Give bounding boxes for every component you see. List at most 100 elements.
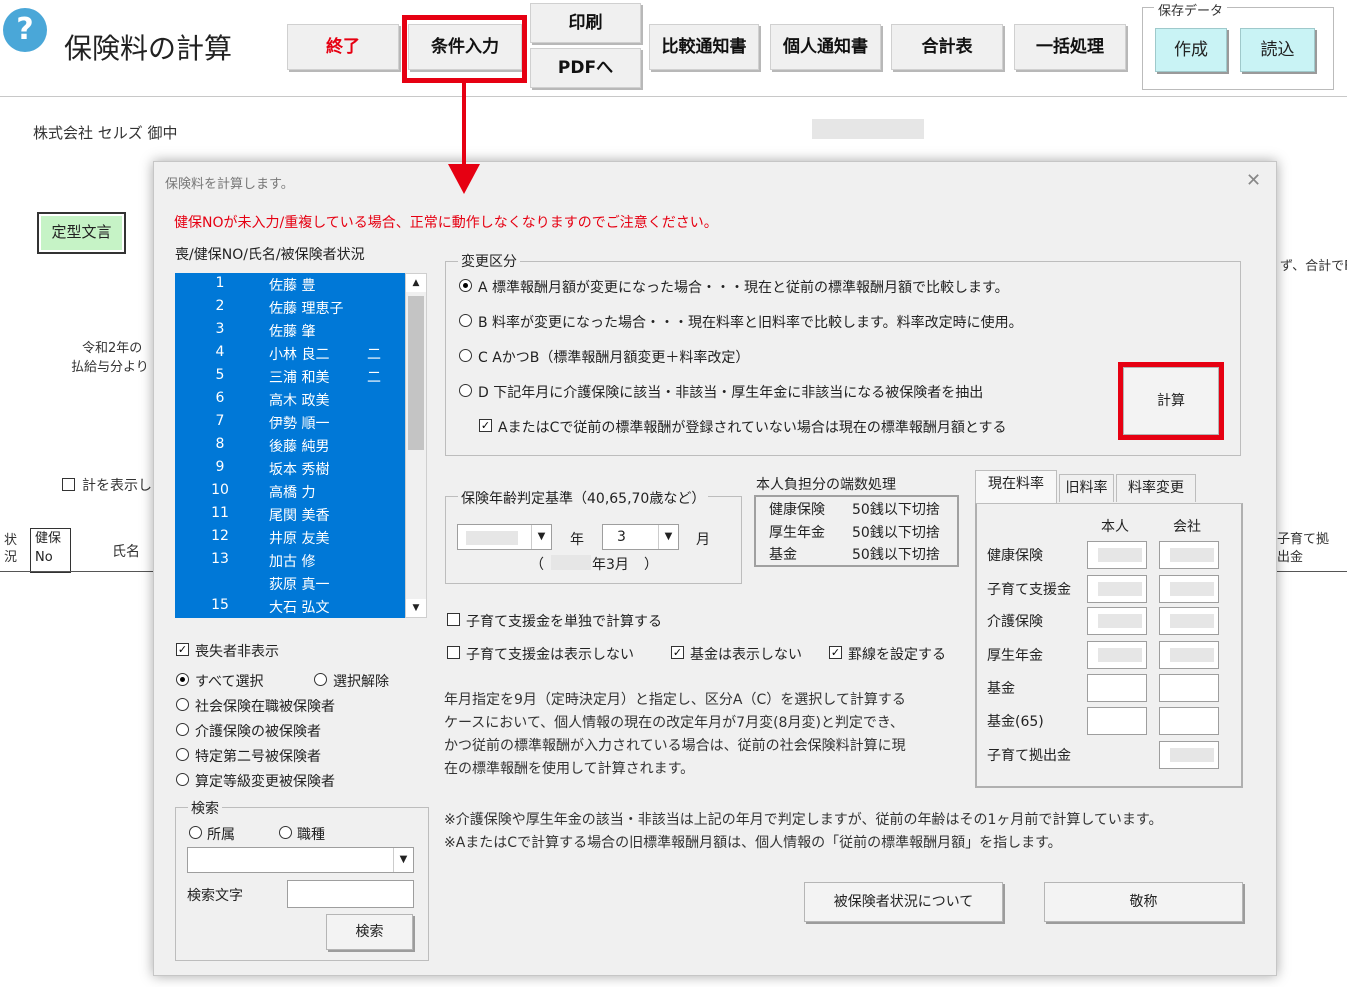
list-item[interactable]: 11 尾関 美香 bbox=[175, 505, 405, 528]
list-item[interactable]: 15 大石 弘文 bbox=[175, 597, 405, 618]
employee-name: 尾関 美香 bbox=[269, 508, 330, 524]
list-item[interactable]: 13 加古 修 bbox=[175, 551, 405, 574]
list-item[interactable]: 3 佐藤 肇 bbox=[175, 321, 405, 344]
scroll-up-icon[interactable]: ▲ bbox=[406, 274, 426, 292]
scroll-down-icon[interactable]: ▼ bbox=[406, 599, 426, 617]
chevron-down-icon: ▼ bbox=[393, 848, 413, 872]
toolbar-divider bbox=[0, 96, 1347, 97]
filter-radio-2[interactable] bbox=[176, 723, 189, 736]
close-icon[interactable]: ✕ bbox=[1246, 170, 1261, 191]
chevron-down-icon: ▼ bbox=[658, 525, 678, 549]
blurred-year bbox=[466, 531, 518, 545]
deselect-radio[interactable] bbox=[314, 673, 327, 686]
filter-radio-4[interactable] bbox=[176, 773, 189, 786]
list-item[interactable]: 10 高橋 力 bbox=[175, 482, 405, 505]
total-table-button[interactable]: 合計表 bbox=[891, 24, 1003, 70]
rate-company-input[interactable] bbox=[1159, 607, 1219, 635]
list-item[interactable]: 荻原 真一 bbox=[175, 574, 405, 597]
employee-name: 佐藤 豊 bbox=[269, 278, 316, 294]
blurred-value bbox=[1170, 582, 1214, 596]
search-dropdown[interactable]: ▼ bbox=[187, 847, 414, 873]
list-item[interactable]: 5 三浦 和美 二 bbox=[175, 367, 405, 390]
set-lines-checkbox[interactable]: ✓ bbox=[829, 646, 842, 659]
use-current-checkbox[interactable]: ✓ bbox=[479, 419, 492, 432]
select-all-label: すべて選択 bbox=[195, 674, 264, 690]
show-total-checkbox[interactable] bbox=[62, 478, 75, 491]
hide-departed-checkbox[interactable]: ✓ bbox=[176, 643, 189, 656]
rate-self-input[interactable] bbox=[1087, 575, 1147, 603]
save-create-button[interactable]: 作成 bbox=[1155, 28, 1227, 72]
rate-self-input[interactable] bbox=[1087, 641, 1147, 669]
use-current-label: AまたはCで従前の標準報酬が登録されていない場合は現在の標準報酬月額とする bbox=[498, 420, 1007, 436]
age-month-dropdown[interactable]: 3 ▼ bbox=[602, 524, 679, 550]
blurred-value bbox=[1098, 648, 1142, 662]
rate-company-input[interactable] bbox=[1159, 641, 1219, 669]
search-button[interactable]: 検索 bbox=[326, 914, 413, 950]
tab-old-rate[interactable]: 旧料率 bbox=[1059, 474, 1114, 502]
list-item[interactable]: 8 後藤 純男 bbox=[175, 436, 405, 459]
change-b-label: B 料率が変更になった場合・・・現在料率と旧料率で比較します。料率改定時に使用。 bbox=[478, 315, 1023, 331]
reiwa-text-1: 令和2年の bbox=[82, 341, 143, 356]
blurred-value bbox=[1170, 648, 1214, 662]
change-c-radio[interactable] bbox=[459, 349, 472, 362]
list-item[interactable]: 9 坂本 秀樹 bbox=[175, 459, 405, 482]
rounding-legend: 本人負担分の端数処理 bbox=[756, 477, 896, 493]
employee-name: 伊勢 順一 bbox=[269, 416, 330, 432]
col-status: 状況 bbox=[4, 533, 18, 565]
change-b-radio[interactable] bbox=[459, 314, 472, 327]
filter-radio-3[interactable] bbox=[176, 748, 189, 761]
employee-list[interactable]: 1 佐藤 豊 2 佐藤 理恵子 3 佐藤 肇 4 小林 良二二 5 三浦 和美二 6 高木 政美 7 伊勢… bbox=[175, 273, 405, 618]
rate-company-input[interactable] bbox=[1159, 575, 1219, 603]
search-text-input[interactable] bbox=[287, 880, 414, 908]
tab-current-rate[interactable]: 現在料率 bbox=[975, 470, 1057, 504]
scroll-thumb[interactable] bbox=[408, 296, 424, 450]
blurred-field bbox=[812, 119, 924, 139]
list-item[interactable]: 1 佐藤 豊 bbox=[175, 275, 405, 298]
search-dept-radio[interactable] bbox=[189, 826, 202, 839]
blurred-value bbox=[1170, 748, 1214, 762]
list-item[interactable]: 2 佐藤 理恵子 bbox=[175, 298, 405, 321]
change-a-radio[interactable] bbox=[459, 279, 472, 292]
age-year-dropdown[interactable]: ▼ bbox=[457, 524, 552, 550]
rate-row-label: 子育て拠出金 bbox=[987, 748, 1071, 764]
list-item[interactable]: 4 小林 良二 二 bbox=[175, 344, 405, 367]
rate-self-input[interactable] bbox=[1087, 607, 1147, 635]
status-info-button[interactable]: 被保険者状況について bbox=[804, 882, 1003, 922]
print-button[interactable]: 印刷 bbox=[530, 3, 641, 43]
search-job-radio[interactable] bbox=[279, 826, 292, 839]
tab-rate-change[interactable]: 料率変更 bbox=[1116, 474, 1196, 502]
compare-notice-button[interactable]: 比較通知書 bbox=[649, 24, 759, 70]
rate-company-input[interactable] bbox=[1159, 741, 1219, 769]
end-button[interactable]: 終了 bbox=[287, 24, 399, 70]
rounding-value-1: 50銭以下切捨 bbox=[852, 502, 940, 518]
list-item[interactable]: 12 井原 友美 bbox=[175, 528, 405, 551]
teikei-button[interactable]: 定型文言 bbox=[37, 212, 126, 254]
separate-support-checkbox[interactable] bbox=[447, 613, 460, 626]
hide-fund-checkbox[interactable]: ✓ bbox=[671, 646, 684, 659]
list-item[interactable]: 7 伊勢 順一 bbox=[175, 413, 405, 436]
filter-label-4: 算定等級変更被保険者 bbox=[195, 774, 335, 790]
rate-company-input[interactable] bbox=[1159, 541, 1219, 569]
rate-company-input[interactable] bbox=[1159, 707, 1219, 735]
deselect-label: 選択解除 bbox=[333, 674, 389, 690]
personal-notice-button[interactable]: 個人通知書 bbox=[770, 24, 881, 70]
batch-button[interactable]: 一括処理 bbox=[1014, 24, 1126, 70]
save-load-button[interactable]: 読込 bbox=[1240, 28, 1315, 72]
rate-self-input[interactable] bbox=[1087, 541, 1147, 569]
search-dept-label: 所属 bbox=[207, 827, 235, 843]
page-title: 保険料の計算 bbox=[64, 32, 233, 65]
help-icon[interactable]: ? bbox=[3, 8, 47, 52]
rate-company-input[interactable] bbox=[1159, 674, 1219, 702]
pdf-button[interactable]: PDFへ bbox=[530, 48, 641, 88]
filter-radio-1[interactable] bbox=[176, 698, 189, 711]
list-scrollbar[interactable]: ▲ ▼ bbox=[405, 273, 427, 618]
rounding-value-2: 50銭以下切捨 bbox=[852, 525, 940, 541]
employee-name: 佐藤 理恵子 bbox=[269, 301, 344, 317]
rate-self-input[interactable] bbox=[1087, 674, 1147, 702]
list-item[interactable]: 6 高木 政美 bbox=[175, 390, 405, 413]
change-d-radio[interactable] bbox=[459, 384, 472, 397]
hide-support-checkbox[interactable] bbox=[447, 646, 460, 659]
rate-self-input[interactable] bbox=[1087, 707, 1147, 735]
honorific-button[interactable]: 敬称 bbox=[1044, 882, 1243, 922]
select-all-radio[interactable] bbox=[176, 673, 189, 686]
